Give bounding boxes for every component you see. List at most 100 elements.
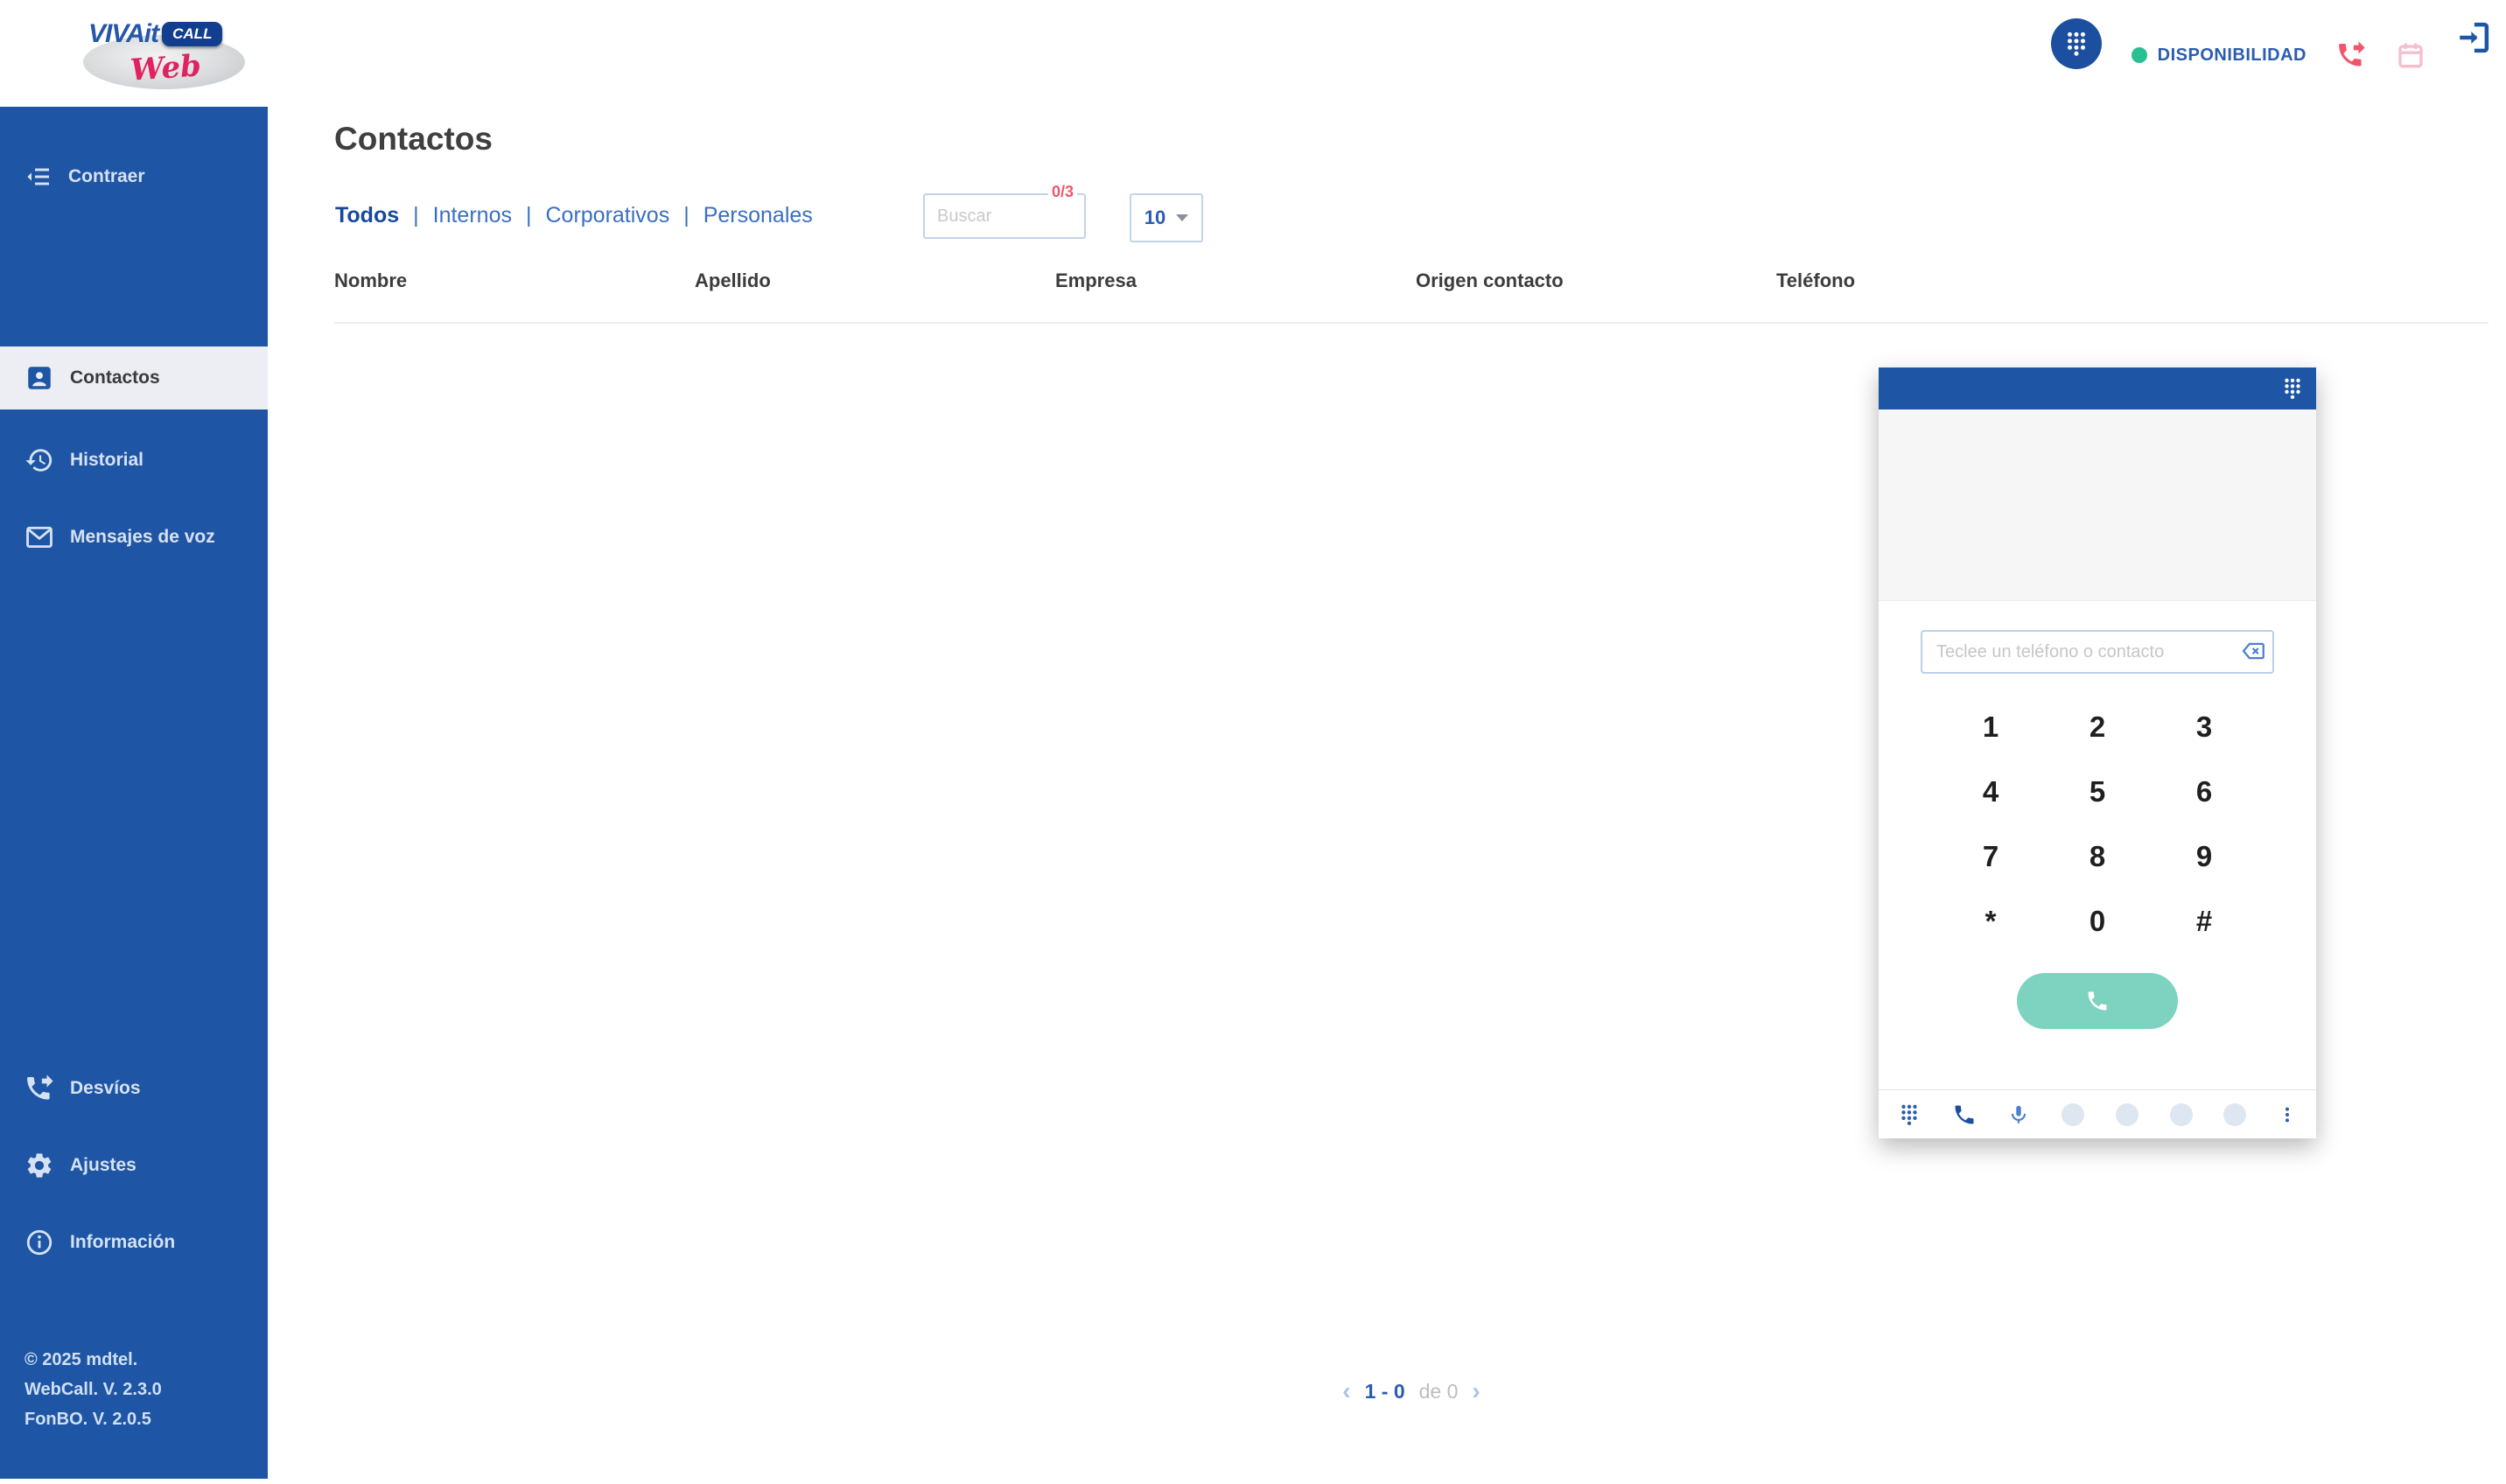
tab-personales[interactable]: Personales xyxy=(704,203,813,228)
sidebar-version-info: © 2025 mdtel. WebCall. V. 2.3.0 FonBO. V… xyxy=(24,1345,162,1434)
call-button[interactable] xyxy=(2017,973,2178,1029)
phone-forward-icon xyxy=(2336,40,2366,70)
logout-button[interactable] xyxy=(2455,19,2492,56)
page-title: Contactos xyxy=(334,121,493,158)
search-char-counter: 0/3 xyxy=(1048,183,1077,201)
tab-todos[interactable]: Todos xyxy=(335,203,399,228)
envelope-icon xyxy=(24,522,54,552)
contacts-filter-tabs: Todos | Internos | Corporativos | Person… xyxy=(335,203,813,228)
phone-icon xyxy=(2085,989,2110,1013)
contact-search: 0/3 xyxy=(923,193,1086,239)
logo-brand-text: VIVAit xyxy=(88,19,158,49)
webcall-app: VIVAit CALL Web DISPONIBILIDAD xyxy=(0,0,2506,1484)
page-total: de 0 xyxy=(1419,1380,1459,1404)
dialpad-icon[interactable] xyxy=(1898,1103,1921,1126)
page-size-select[interactable]: 10 xyxy=(1130,193,1203,242)
pagination: ‹ 1 - 0 de 0 › xyxy=(334,1379,2488,1404)
chevron-down-icon xyxy=(1176,214,1188,221)
logout-icon xyxy=(2455,19,2492,56)
sidebar-item-label: Desvíos xyxy=(70,1078,141,1099)
call-status-display xyxy=(1879,410,2316,601)
tab-corporativos[interactable]: Corporativos xyxy=(545,203,669,228)
page-size-value: 10 xyxy=(1144,206,1166,229)
key-7[interactable]: 7 xyxy=(1937,824,2044,889)
softphone-toolbar xyxy=(1879,1089,2316,1138)
microphone-icon[interactable] xyxy=(2007,1103,2030,1126)
key-star[interactable]: * xyxy=(1937,889,2044,954)
collapse-menu-icon xyxy=(24,163,52,191)
key-0[interactable]: 0 xyxy=(2044,889,2151,954)
tab-separator: | xyxy=(526,203,532,228)
backspace-icon[interactable] xyxy=(2239,638,2265,668)
tab-separator: | xyxy=(413,203,419,228)
column-header-empresa: Empresa xyxy=(1055,270,1416,292)
sidebar-item-ajustes[interactable]: Ajustes xyxy=(0,1138,268,1194)
key-hash[interactable]: # xyxy=(2151,889,2258,954)
availability-dot-icon xyxy=(2132,47,2147,63)
key-5[interactable]: 5 xyxy=(2044,760,2151,824)
dialpad-toggle-button[interactable] xyxy=(2051,18,2102,69)
sidebar-item-informacion[interactable]: Información xyxy=(0,1214,268,1270)
column-header-apellido: Apellido xyxy=(695,270,1055,292)
tab-internos[interactable]: Internos xyxy=(433,203,512,228)
history-icon xyxy=(24,445,54,475)
more-vertical-icon[interactable] xyxy=(2278,1103,2297,1126)
top-header: VIVAit CALL Web DISPONIBILIDAD xyxy=(0,0,2506,107)
fonbo-version-line: FonBO. V. 2.0.5 xyxy=(24,1404,162,1434)
column-header-telefono: Teléfono xyxy=(1776,270,2137,292)
header-actions: DISPONIBILIDAD xyxy=(2051,18,2492,70)
table-header-divider xyxy=(334,322,2488,324)
key-3[interactable]: 3 xyxy=(2151,695,2258,760)
tab-separator: | xyxy=(683,203,690,228)
app-logo: VIVAit CALL Web xyxy=(83,9,245,101)
logo-web-text: Web xyxy=(130,48,202,88)
key-2[interactable]: 2 xyxy=(2044,695,2151,760)
sidebar-collapse-label: Contraer xyxy=(68,166,145,187)
softphone-header[interactable] xyxy=(1879,368,2316,410)
next-page-button[interactable]: › xyxy=(1472,1379,1480,1404)
webcall-version-line: WebCall. V. 2.3.0 xyxy=(24,1375,162,1404)
dialpad-keys: 1 2 3 4 5 6 7 8 9 * 0 # xyxy=(1937,695,2258,954)
sidebar-item-contactos[interactable]: Contactos xyxy=(0,346,268,410)
disabled-action-icon xyxy=(2223,1103,2246,1126)
disabled-action-icon xyxy=(2170,1103,2193,1126)
sidebar-item-label: Mensajes de voz xyxy=(70,527,215,548)
sidebar-item-mensajes-de-voz[interactable]: Mensajes de voz xyxy=(0,509,268,565)
previous-page-button[interactable]: ‹ xyxy=(1342,1379,1350,1404)
contact-card-icon xyxy=(24,363,54,393)
availability-status[interactable]: DISPONIBILIDAD xyxy=(2132,46,2306,66)
calendar-button[interactable] xyxy=(2396,40,2426,70)
contacts-table-header: Nombre Apellido Empresa Origen contacto … xyxy=(334,270,2137,292)
key-1[interactable]: 1 xyxy=(1937,695,2044,760)
sidebar-item-historial[interactable]: Historial xyxy=(0,432,268,488)
key-6[interactable]: 6 xyxy=(2151,760,2258,824)
disabled-action-icon xyxy=(2062,1103,2084,1126)
logo-call-badge: CALL xyxy=(162,22,222,46)
key-4[interactable]: 4 xyxy=(1937,760,2044,824)
call-forward-button[interactable] xyxy=(2336,40,2366,70)
sidebar-item-desvios[interactable]: Desvíos xyxy=(0,1060,268,1116)
key-9[interactable]: 9 xyxy=(2151,824,2258,889)
dialpad-icon xyxy=(2281,377,2304,400)
sidebar-item-label: Historial xyxy=(70,450,144,471)
info-icon xyxy=(24,1228,54,1257)
softphone-panel: 1 2 3 4 5 6 7 8 9 * 0 # xyxy=(1879,368,2316,1138)
disabled-action-icon xyxy=(2116,1103,2138,1126)
column-header-origen-contacto: Origen contacto xyxy=(1416,270,1776,292)
dial-number-input[interactable] xyxy=(1921,630,2274,674)
phone-forward-icon xyxy=(24,1074,54,1103)
page-range: 1 - 0 xyxy=(1365,1380,1405,1404)
column-header-nombre: Nombre xyxy=(334,270,695,292)
dialpad-icon xyxy=(2063,31,2090,57)
phone-icon[interactable] xyxy=(1952,1102,1977,1127)
copyright-line: © 2025 mdtel. xyxy=(24,1345,162,1375)
sidebar-item-label: Contactos xyxy=(70,368,160,388)
sidebar: Contraer Contactos Historial xyxy=(0,107,268,1479)
key-8[interactable]: 8 xyxy=(2044,824,2151,889)
sidebar-item-label: Ajustes xyxy=(70,1155,136,1176)
sidebar-collapse-button[interactable]: Contraer xyxy=(0,149,268,205)
availability-label: DISPONIBILIDAD xyxy=(2158,46,2306,66)
sidebar-item-label: Información xyxy=(70,1232,175,1253)
dial-input-wrap xyxy=(1921,630,2274,674)
calendar-icon xyxy=(2396,40,2426,70)
